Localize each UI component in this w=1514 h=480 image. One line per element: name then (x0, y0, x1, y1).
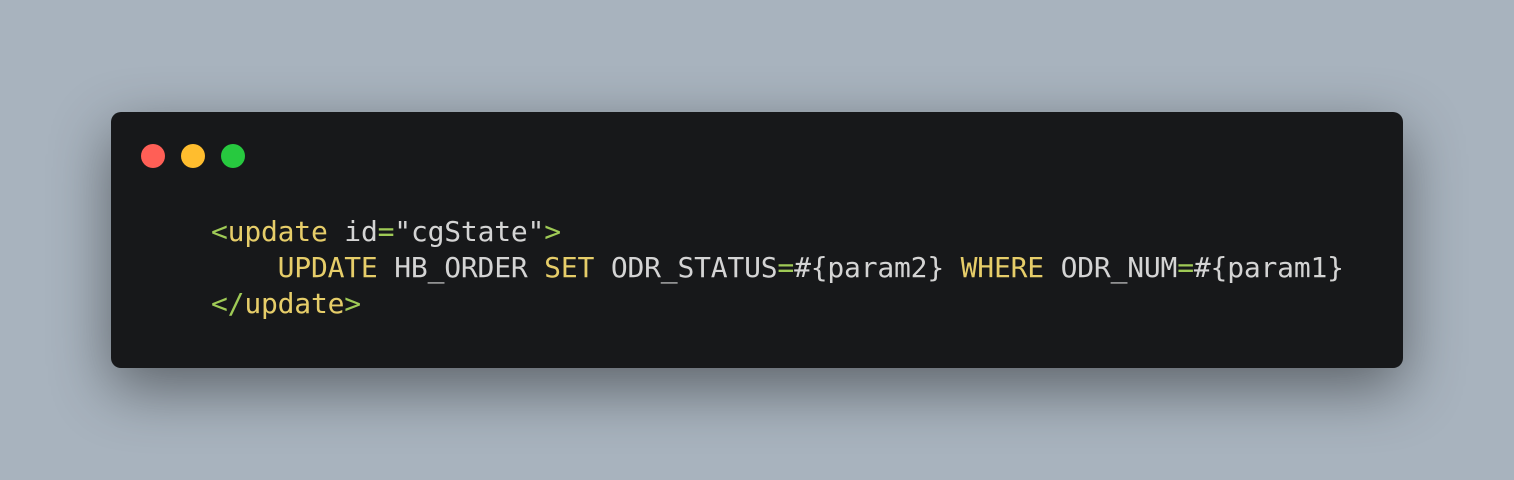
maximize-button[interactable] (221, 144, 245, 168)
code-token-keyword: SET (544, 251, 595, 284)
code-token-tag: update (244, 287, 345, 320)
code-token-tag: update (227, 215, 328, 248)
code-token-punct: > (344, 287, 361, 320)
code-token-text: "cgState" (394, 215, 545, 248)
code-token-keyword: WHERE (960, 251, 1044, 284)
code-token-punct: = (1177, 251, 1194, 284)
code-token-punct: = (377, 215, 395, 248)
code-block: <update id="cgState"> UPDATE HB_ORDER SE… (211, 214, 1344, 322)
code-line: UPDATE HB_ORDER SET ODR_STATUS=#{param2}… (211, 250, 1344, 286)
code-token-text: HB_ORDER (377, 251, 545, 284)
code-token-punct: < (211, 215, 228, 248)
code-token-punct: = (777, 251, 795, 284)
code-token-text: id (327, 215, 378, 248)
code-token-keyword: UPDATE (277, 251, 378, 284)
code-token-text: ODR_NUM (1043, 251, 1178, 284)
code-token-punct: > (544, 215, 561, 248)
code-token-text: #{param2} (794, 251, 961, 284)
code-token-punct: </ (211, 287, 245, 320)
minimize-button[interactable] (181, 144, 205, 168)
code-window: <update id="cgState"> UPDATE HB_ORDER SE… (111, 112, 1403, 368)
code-line: <update id="cgState"> (211, 214, 1344, 250)
code-token-text: ODR_STATUS (594, 251, 778, 284)
code-line: </update> (211, 286, 1344, 322)
code-token-text: #{param1} (1193, 251, 1344, 284)
close-button[interactable] (141, 144, 165, 168)
